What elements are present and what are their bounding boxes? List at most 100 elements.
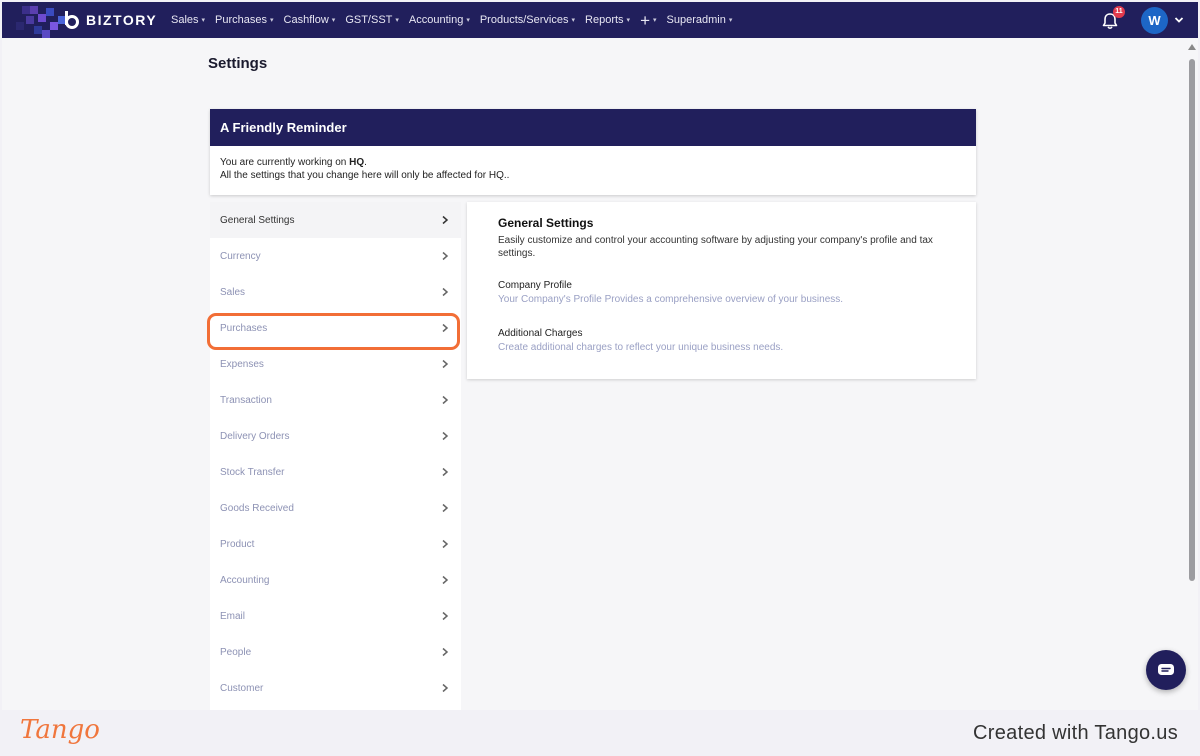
sidebar-item-label: Currency xyxy=(220,250,261,262)
link-title[interactable]: Company Profile xyxy=(498,280,946,291)
chevron-right-icon xyxy=(442,323,449,333)
nav-products-services[interactable]: Products/Services ▾ xyxy=(475,14,580,26)
biztory-logo-icon xyxy=(65,11,79,29)
caret-down-icon: ▾ xyxy=(653,17,657,24)
chevron-right-icon xyxy=(442,431,449,441)
nav-label: Reports xyxy=(585,14,624,26)
link-title[interactable]: Additional Charges xyxy=(498,328,946,339)
chevron-right-icon xyxy=(442,611,449,621)
sidebar-item-label: Expenses xyxy=(220,358,264,370)
settings-sidebar: General Settings Currency Sales Purchases Ex… xyxy=(210,202,461,710)
nav-label: Superadmin xyxy=(666,14,726,26)
created-with-text: Created with Tango.us xyxy=(973,722,1178,744)
content-title: General Settings xyxy=(498,216,594,230)
sidebar-item-delivery-orders[interactable]: Delivery Orders xyxy=(210,418,461,454)
sidebar-item-label: Email xyxy=(220,610,246,622)
sidebar-item-product[interactable]: Product xyxy=(210,526,461,562)
brand-name: BIZTORY xyxy=(86,12,158,28)
chevron-right-icon xyxy=(442,395,449,405)
notifications-button[interactable]: 11 xyxy=(1101,6,1125,30)
sidebar-item-accounting[interactable]: Accounting xyxy=(210,562,461,598)
sidebar-item-email[interactable]: Email xyxy=(210,598,461,634)
caret-down-icon: ▾ xyxy=(201,17,206,24)
chevron-right-icon xyxy=(442,647,449,657)
sidebar-item-transaction[interactable]: Transaction xyxy=(210,382,461,418)
reminder-body: You are currently working on HQ. All the… xyxy=(210,146,976,192)
notification-badge: 11 xyxy=(1113,6,1125,18)
caret-down-icon: ▾ xyxy=(626,17,631,24)
caret-down-icon: ▾ xyxy=(571,17,576,24)
nav-cashflow[interactable]: Cashflow ▾ xyxy=(279,14,341,26)
app-window: BIZTORY Sales ▾ Purchases ▾ Cashflow ▾ GST/SST… xyxy=(2,2,1198,710)
nav-label: GST/SST xyxy=(345,14,393,26)
sidebar-item-label: Purchases xyxy=(220,322,268,334)
nav-label: Cashflow xyxy=(283,14,329,26)
chevron-right-icon xyxy=(442,215,449,225)
sidebar-item-label: General Settings xyxy=(220,214,295,226)
nav-sales[interactable]: Sales ▾ xyxy=(166,14,210,26)
sidebar-item-general-settings[interactable]: General Settings xyxy=(210,202,461,238)
top-navbar: BIZTORY Sales ▾ Purchases ▾ Cashflow ▾ GST/SST… xyxy=(2,2,1198,38)
chevron-right-icon xyxy=(442,467,449,477)
company-profile-link[interactable]: Company Profile Your Company's Profile P… xyxy=(498,280,946,305)
scrollbar-thumb[interactable] xyxy=(1189,59,1195,581)
nav-gst-sst[interactable]: GST/SST ▾ xyxy=(340,14,404,26)
branch-name: HQ xyxy=(349,157,365,168)
sidebar-item-currency[interactable]: Currency xyxy=(210,238,461,274)
content-description: Easily customize and control your accoun… xyxy=(498,235,933,259)
chevron-right-icon xyxy=(442,359,449,369)
caret-down-icon: ▾ xyxy=(728,17,733,24)
chevron-down-icon[interactable] xyxy=(1174,15,1184,25)
additional-charges-link[interactable]: Additional Charges Create additional cha… xyxy=(498,328,946,353)
reminder-card: A Friendly Reminder You are currently wo… xyxy=(210,109,976,195)
sidebar-item-label: Product xyxy=(220,538,255,550)
caret-down-icon: ▾ xyxy=(331,17,336,24)
caret-down-icon: ▾ xyxy=(466,17,470,24)
nav-reports[interactable]: Reports ▾ xyxy=(580,14,635,26)
nav-label: + xyxy=(640,10,650,30)
nav-label: Products/Services xyxy=(479,14,569,26)
reminder-line-1-text: You are currently working on xyxy=(220,157,350,168)
tango-footer: Tango Created with Tango.us xyxy=(0,710,1200,756)
sidebar-item-people[interactable]: People xyxy=(210,634,461,670)
page-title: Settings xyxy=(208,55,268,72)
reminder-line-1: You are currently working on HQ. xyxy=(220,156,966,169)
chevron-right-icon xyxy=(442,251,449,261)
sidebar-item-customer[interactable]: Customer xyxy=(210,670,461,706)
nav-purchases[interactable]: Purchases ▾ xyxy=(210,14,279,26)
sidebar-item-expenses[interactable]: Expenses xyxy=(210,346,461,382)
scrollbar[interactable] xyxy=(1186,44,1196,710)
scroll-up-arrow-icon[interactable] xyxy=(1188,44,1196,50)
sidebar-item-label: People xyxy=(220,646,252,658)
link-description: Create additional charges to reflect you… xyxy=(498,342,784,353)
chevron-right-icon xyxy=(442,539,449,549)
nav-add[interactable]: + ▾ xyxy=(635,12,661,29)
sidebar-item-label: Customer xyxy=(220,682,264,694)
caret-down-icon: ▾ xyxy=(270,17,274,24)
reminder-line-1-suffix: . xyxy=(364,157,367,168)
sidebar-item-label: Stock Transfer xyxy=(220,466,285,478)
sidebar-item-label: Accounting xyxy=(220,574,270,586)
nav-accounting[interactable]: Accounting ▾ xyxy=(404,14,475,26)
chevron-right-icon xyxy=(442,683,449,693)
sidebar-item-sales[interactable]: Sales xyxy=(210,274,461,310)
nav-label: Sales xyxy=(171,14,199,26)
sidebar-item-label: Transaction xyxy=(220,394,272,406)
tango-logo: Tango xyxy=(20,715,100,745)
sidebar-item-label: Sales xyxy=(220,286,246,298)
settings-content-panel: General Settings Easily customize and co… xyxy=(467,202,976,379)
brand-logo[interactable]: BIZTORY xyxy=(2,2,162,38)
sidebar-item-label: Delivery Orders xyxy=(220,430,290,442)
avatar[interactable]: W xyxy=(1141,6,1168,34)
reminder-line-2: All the settings that you change here wi… xyxy=(220,170,510,181)
chevron-right-icon xyxy=(442,287,449,297)
sidebar-item-purchases[interactable]: Purchases xyxy=(210,310,461,346)
chat-button[interactable] xyxy=(1146,650,1186,690)
nav-superadmin[interactable]: Superadmin ▾ xyxy=(662,14,738,26)
chat-icon xyxy=(1158,664,1174,675)
sidebar-item-stock-transfer[interactable]: Stock Transfer xyxy=(210,454,461,490)
link-description: Your Company's Profile Provides a compre… xyxy=(498,294,844,305)
chevron-right-icon xyxy=(442,575,449,585)
sidebar-item-goods-received[interactable]: Goods Received xyxy=(210,490,461,526)
main-menu: Sales ▾ Purchases ▾ Cashflow ▾ GST/SST ▾ Account… xyxy=(166,12,737,29)
